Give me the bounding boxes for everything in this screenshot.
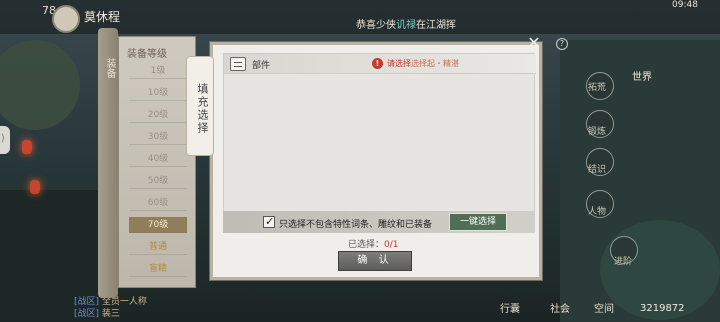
level-item[interactable]: 40级 — [129, 151, 187, 167]
lantern-icon — [22, 140, 32, 154]
clock: 09:48 — [672, 0, 698, 10]
parts-list-area: 部件 ! 请选择选择起・精湛 — [223, 53, 536, 233]
confirm-button[interactable]: 确 认 — [338, 251, 412, 271]
power-score: 3219872 — [640, 303, 685, 314]
chat-channel: [战区] — [74, 297, 100, 307]
left-drawer-tab[interactable]: ⟩ — [0, 126, 10, 154]
lantern-icon — [30, 180, 40, 194]
close-icon[interactable]: ✕ — [526, 35, 542, 52]
filter-label: 只选择不包含特性词条、雕纹和已装备 — [279, 220, 433, 230]
tab-fill-select[interactable]: 填充选择 — [186, 56, 214, 156]
side-item-3[interactable]: 人物 — [588, 204, 606, 217]
tab-fill-select-label: 填充选择 — [196, 83, 209, 135]
parts-header: 部件 ! 请选择选择起・精湛 — [224, 54, 536, 74]
equipment-side-scroll: 装备 — [98, 28, 118, 298]
tree-foliage — [0, 40, 80, 130]
level-item[interactable]: 20级 — [129, 107, 187, 123]
society-button[interactable]: 社会 — [550, 300, 570, 315]
level-item[interactable]: 普通 — [129, 239, 187, 255]
warning-highlight: 选择起・精湛 — [411, 59, 459, 68]
exclude-filter-checkbox[interactable] — [263, 215, 275, 228]
level-item[interactable]: 10级 — [129, 85, 187, 101]
parts-list-icon — [230, 57, 246, 71]
level-item[interactable]: 60级 — [129, 195, 187, 211]
selected-label: 已选择： — [348, 240, 385, 250]
bag-button[interactable]: 行囊 — [500, 300, 520, 315]
side-item-1[interactable]: 锻炼 — [588, 124, 606, 137]
filter-bar: 只选择不包含特性词条、雕纹和已装备 一键选择 — [223, 211, 535, 233]
side-item-0[interactable]: 拓荒 — [588, 80, 606, 93]
space-button[interactable]: 空间 — [594, 300, 614, 315]
one-key-select-button[interactable]: 一键选择 — [449, 213, 507, 231]
level-item[interactable]: 盲精 — [129, 261, 187, 277]
side-item-4[interactable]: 进阶 — [614, 254, 632, 267]
announcement-highlight: 讥禄 — [396, 20, 416, 31]
parts-label: 部件 — [252, 61, 271, 71]
chevron-left-icon: ⟩ — [1, 133, 5, 144]
warning-prefix: 请选择 — [387, 59, 411, 68]
selected-count: 0/1 — [384, 240, 399, 250]
announcement-banner: 恭喜少侠讥禄在江湖挥 — [356, 16, 456, 31]
warning-text: 请选择选择起・精湛 — [387, 58, 459, 69]
help-icon[interactable]: ? — [556, 38, 568, 50]
chat-box[interactable]: [战区] 全员一人称 [战区] 装三 — [74, 296, 147, 320]
chat-message: 装三 — [101, 309, 120, 319]
level-item[interactable]: 30级 — [129, 129, 187, 145]
level-item[interactable]: 1级 — [129, 63, 187, 79]
announcement-suffix: 在江湖挥 — [416, 20, 456, 31]
level-item-selected[interactable]: 70级 — [129, 217, 187, 233]
warning-icon: ! — [372, 58, 383, 69]
side-item-2[interactable]: 结识 — [588, 162, 606, 175]
player-name: 莫休程 — [84, 10, 121, 24]
announcement-prefix: 恭喜少侠 — [356, 20, 396, 31]
chat-message: 全员一人称 — [101, 297, 147, 307]
world-button[interactable]: 世界 — [632, 68, 652, 83]
equipment-level-title: 装备等级 — [127, 49, 167, 60]
chat-channel: [战区] — [74, 309, 100, 319]
level-item[interactable]: 50级 — [129, 173, 187, 189]
equipment-level-panel: 装备等级 1级 10级 20级 30级 40级 50级 60级 70级 普通 盲… — [118, 36, 196, 288]
selected-count-label: 已选择：0/1 — [348, 237, 399, 250]
avatar[interactable] — [52, 5, 80, 33]
equipment-side-label: 装备 — [104, 58, 115, 78]
